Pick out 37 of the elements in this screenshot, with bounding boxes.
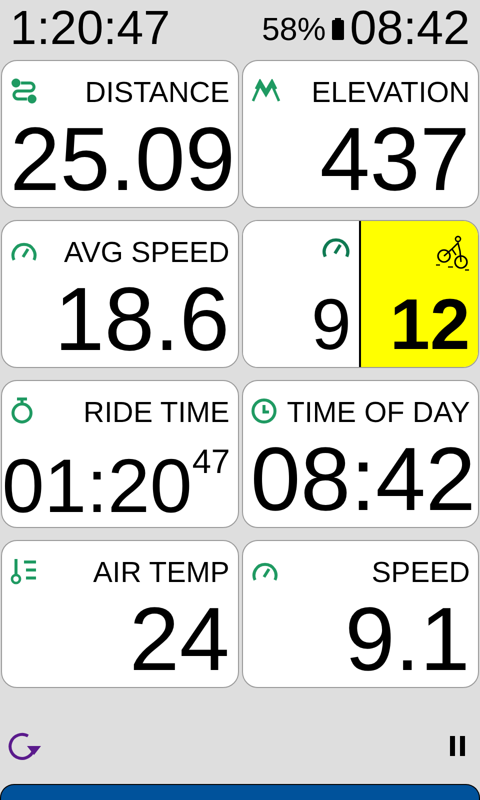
field-label: DISTANCE xyxy=(85,79,230,108)
data-field-card[interactable]: AVG SPEED 18.6 xyxy=(1,220,238,368)
cyclist-icon xyxy=(434,235,470,271)
thermometer-icon xyxy=(10,556,38,584)
field-label: ELEVATION xyxy=(312,79,470,108)
field-label: RIDE TIME xyxy=(83,399,230,428)
timer-text: 1:20:47 xyxy=(10,5,170,53)
field-value: 24 xyxy=(128,595,230,685)
battery-icon xyxy=(332,18,344,40)
refresh-icon[interactable] xyxy=(8,731,42,761)
field-value: 18.6 xyxy=(53,275,230,365)
field-value: 25.09 xyxy=(10,115,230,205)
data-field-card[interactable]: AIR TEMP 24 xyxy=(1,540,238,688)
field-label: AIR TEMP xyxy=(93,559,230,588)
mountains-icon xyxy=(250,78,280,102)
data-field-card[interactable]: RIDE TIME 01:20$^{47}$ xyxy=(1,380,238,528)
field-value: 437 xyxy=(318,115,470,205)
field-label: SPEED xyxy=(372,559,470,588)
route-icon xyxy=(10,76,38,104)
stopwatch-icon xyxy=(10,396,34,424)
data-field-card[interactable]: ELEVATION 437 xyxy=(242,60,479,208)
field-value: 9.1 xyxy=(344,595,470,685)
field-value: 01:20$^{47}$ xyxy=(2,449,230,525)
field-value: 9 xyxy=(311,289,352,361)
clock-icon xyxy=(250,398,276,424)
bottom-bar[interactable] xyxy=(0,784,480,800)
field-label: TIME OF DAY xyxy=(286,399,470,428)
field-label: AVG SPEED xyxy=(64,239,230,268)
field-value: 08:42 xyxy=(250,435,470,525)
data-field-card[interactable]: DISTANCE 25.09 xyxy=(1,60,238,208)
clock-text: 08:42 xyxy=(350,5,470,53)
pause-icon[interactable] xyxy=(450,736,466,756)
field-value: 12 xyxy=(390,289,470,361)
data-field-card[interactable]: SPEED 9.1 xyxy=(242,540,479,688)
data-field-card[interactable]: 9 12 xyxy=(242,220,479,368)
data-field-card[interactable]: TIME OF DAY 08:42 xyxy=(242,380,479,528)
battery-percent: 58% xyxy=(262,13,326,45)
